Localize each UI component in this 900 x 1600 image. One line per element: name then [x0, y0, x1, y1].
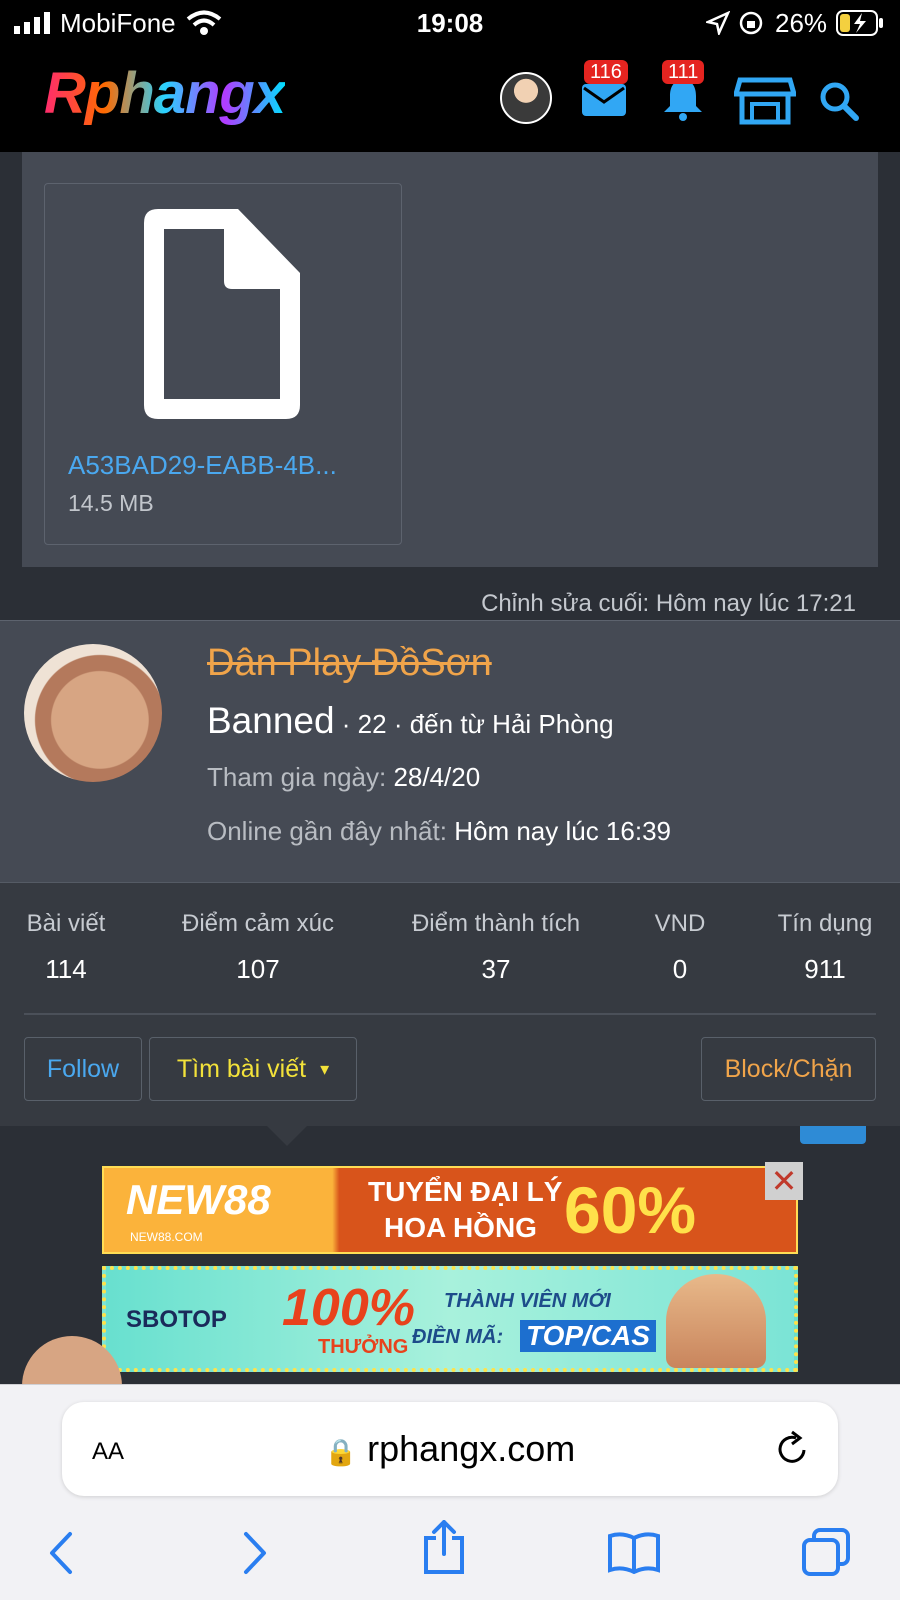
stat-vnd: VND 0 — [640, 910, 720, 985]
joined-value: 28/4/20 — [393, 762, 481, 792]
file-icon — [144, 209, 300, 419]
ad1-brand: NEW88 — [126, 1176, 271, 1223]
search-icon[interactable] — [818, 80, 860, 122]
find-posts-label: Tìm bài viết — [176, 1054, 307, 1083]
member-status-banned: Banned — [207, 700, 335, 741]
ad1-sub: NEW88.COM — [130, 1230, 203, 1244]
member-joined: Tham gia ngày: 28/4/20 — [207, 762, 480, 793]
attachment-file-name[interactable]: A53BAD29-EABB-4B... — [68, 450, 337, 481]
stat-value: 37 — [481, 954, 511, 984]
account-avatar[interactable] — [500, 72, 552, 124]
ad2-model-image — [666, 1274, 766, 1368]
online-value: Hôm nay lúc 16:39 — [454, 816, 671, 846]
member-meta: · 22 · đến từ Hải Phòng — [334, 709, 614, 739]
stat-value: 911 — [804, 954, 846, 984]
attachment-file-size: 14.5 MB — [68, 490, 154, 516]
online-label: Online gần đây nhất: — [207, 816, 447, 846]
url-text: rphangx.com — [367, 1428, 576, 1469]
caret-down-icon: ▾ — [320, 1058, 330, 1079]
stat-label: Tín dụng — [777, 910, 873, 937]
reload-icon[interactable] — [772, 1430, 812, 1470]
ad2-line2: ĐIỀN MÃ: — [412, 1326, 504, 1348]
stat-value: 0 — [672, 954, 688, 984]
block-button[interactable]: Block/Chặn — [701, 1037, 876, 1101]
tabs-icon[interactable] — [800, 1526, 852, 1578]
ad-banner-new88[interactable]: NEW88 NEW88.COM TUYỂN ĐẠI LÝ HOA HỒNG 60… — [102, 1166, 798, 1254]
member-avatar[interactable] — [24, 644, 162, 782]
stat-label: Điểm cảm xúc — [181, 910, 335, 937]
stat-label: Bài viết — [26, 910, 106, 937]
clock: 19:08 — [416, 8, 484, 38]
stat-value: 107 — [236, 954, 280, 984]
ad2-percent: 100% — [282, 1279, 415, 1337]
last-edit-note: Chỉnh sửa cuối: Hôm nay lúc 17:21 — [481, 590, 856, 617]
stat-value: 114 — [45, 954, 87, 984]
stats-divider — [24, 1013, 876, 1015]
status-bar: MobiFone 19:08 26% — [0, 0, 900, 46]
member-name[interactable]: Dân Play ĐồSơn — [207, 642, 492, 685]
stat-achievements: Điểm thành tích 37 — [396, 910, 596, 985]
ad2-line1: THÀNH VIÊN MỚI — [444, 1290, 611, 1312]
battery-icon — [836, 10, 883, 36]
site-logo[interactable]: Rphangx — [44, 60, 286, 127]
location-arrow-icon — [706, 11, 730, 35]
find-posts-button[interactable]: Tìm bài viết ▾ — [149, 1037, 357, 1101]
tooltip-pointer — [265, 1124, 309, 1146]
stat-posts: Bài viết 114 — [16, 910, 116, 985]
forward-icon[interactable] — [236, 1530, 272, 1576]
mail-icon[interactable] — [580, 80, 628, 120]
stat-label: VND — [654, 910, 706, 937]
url-display[interactable]: 🔒 rphangx.com — [0, 1428, 900, 1470]
store-icon[interactable] — [734, 76, 796, 126]
battery-percent: 26% — [775, 8, 828, 38]
ad1-percent: 60% — [564, 1173, 697, 1247]
ad1-line2: HOA HỒNG — [384, 1212, 537, 1243]
back-icon[interactable] — [44, 1530, 80, 1576]
ad2-code: TOP/CAS — [520, 1320, 656, 1352]
messages-badge: 116 — [584, 60, 628, 84]
alerts-badge: 111 — [662, 60, 705, 84]
partial-button[interactable] — [800, 1126, 866, 1144]
site-header: Rphangx 116 111 — [0, 46, 900, 152]
member-last-online: Online gần đây nhất: Hôm nay lúc 16:39 — [207, 816, 671, 847]
share-icon[interactable] — [420, 1520, 468, 1576]
lock-icon: 🔒 — [324, 1437, 358, 1467]
stat-label: Điểm thành tích — [411, 910, 581, 937]
close-ad-icon[interactable]: ✕ — [765, 1162, 803, 1200]
member-title-line: Banned · 22 · đến từ Hải Phòng — [207, 700, 614, 742]
rotation-lock-icon — [739, 11, 763, 35]
bookmarks-icon[interactable] — [606, 1530, 662, 1574]
ad2-bonus: THƯỞNG — [318, 1336, 409, 1358]
ad2-brand: SBOTOP — [126, 1306, 227, 1333]
stat-credits: Tín dụng 911 — [766, 910, 884, 985]
ad-banner-sbotop[interactable]: SBOTOP 100% THƯỞNG THÀNH VIÊN MỚI ĐIỀN M… — [102, 1266, 798, 1372]
stat-reactions: Điểm cảm xúc 107 — [168, 910, 348, 985]
follow-button[interactable]: Follow — [24, 1037, 142, 1101]
ad1-line1: TUYỂN ĐẠI LÝ — [368, 1176, 563, 1207]
joined-label: Tham gia ngày: — [207, 762, 387, 792]
